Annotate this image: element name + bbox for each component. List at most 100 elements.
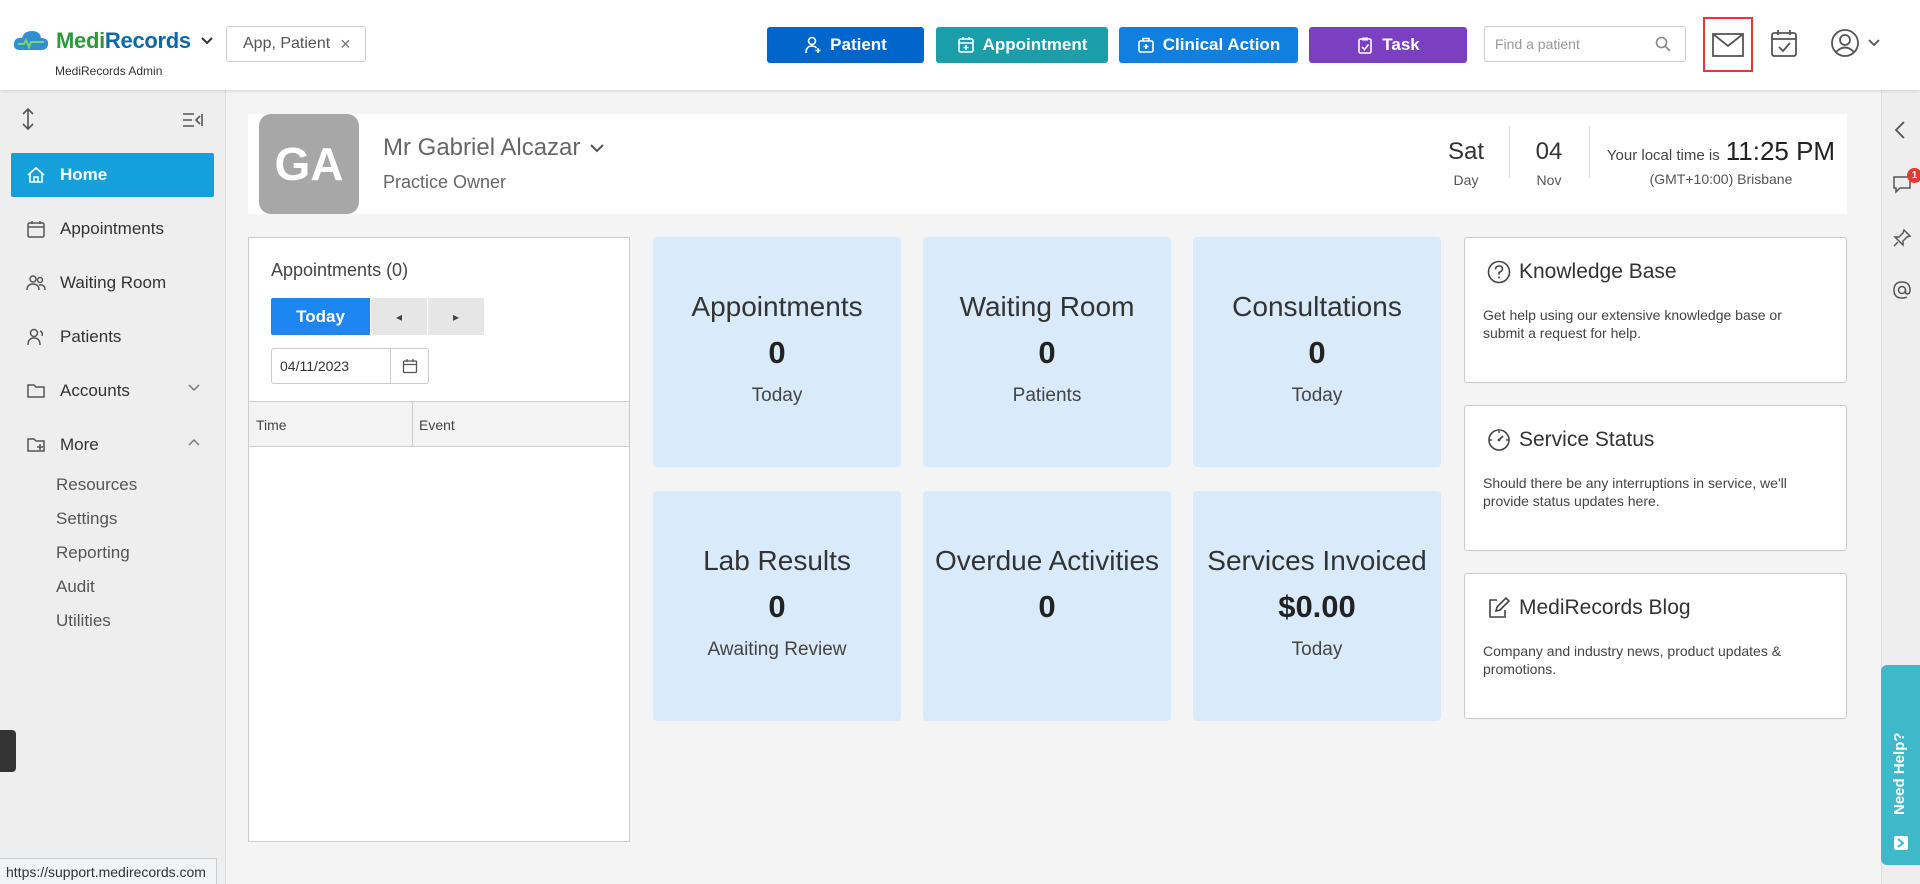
card-value: 0 [768, 589, 786, 624]
sidebar-item-home[interactable]: Home [11, 153, 214, 197]
sidebar-item-label: Accounts [60, 381, 130, 400]
chevron-down-icon[interactable] [590, 143, 605, 153]
pin-icon[interactable] [1892, 228, 1912, 248]
new-task-button[interactable]: Task [1309, 27, 1467, 63]
calendar-icon [402, 359, 417, 374]
sidebar-item-patients[interactable]: Patients [11, 315, 214, 359]
card-subtitle: Awaiting Review [707, 639, 847, 660]
day-value: Sat [1447, 138, 1485, 165]
sidebar: Home Appointments Waiting Room Patients … [0, 90, 226, 884]
sidebar-item-label: Home [60, 165, 108, 184]
chevron-down-icon [188, 384, 200, 392]
gauge-icon [1488, 429, 1510, 451]
logo[interactable]: MediRecords [12, 28, 213, 54]
overdue-activities-card[interactable]: Overdue Activities 0 [923, 491, 1171, 721]
clipboard-check-icon [1358, 37, 1373, 54]
local-time-block: Your local time is 11:25 PM (GMT+10:00) … [1596, 136, 1846, 187]
chevron-left-icon[interactable] [1894, 120, 1906, 140]
folder-plus-icon [27, 438, 45, 452]
next-arrow-icon: ▸ [452, 309, 460, 324]
avatar: GA [259, 114, 359, 214]
consultations-card[interactable]: Consultations 0 Today [1193, 237, 1441, 467]
sidebar-item-label: More [60, 435, 99, 454]
prev-day-button[interactable]: ◂ [371, 298, 427, 335]
sidebar-item-accounts[interactable]: Accounts [11, 369, 214, 413]
help-circle-icon [1487, 260, 1511, 284]
messages-button[interactable] [1703, 17, 1753, 72]
lab-results-card[interactable]: Lab Results 0 Awaiting Review [653, 491, 901, 721]
user-menu-button[interactable] [1830, 28, 1880, 58]
search-filter-chip[interactable]: App, Patient × [226, 26, 366, 62]
edit-note-icon [1489, 596, 1511, 618]
chat-button[interactable]: 1 [1892, 168, 1920, 194]
sidebar-subitem-audit[interactable]: Audit [56, 577, 95, 597]
expand-vertical-icon[interactable] [20, 108, 36, 130]
today-button[interactable]: Today [271, 298, 370, 335]
service-status-panel[interactable]: Service Status Should there be any inter… [1464, 405, 1847, 551]
appointments-card[interactable]: Appointments 0 Today [653, 237, 901, 467]
date-picker-button[interactable] [390, 349, 428, 383]
need-help-button[interactable]: Need Help? [1881, 665, 1920, 865]
cloud-logo-icon [13, 31, 49, 50]
panel-description: Should there be any interruptions in ser… [1483, 475, 1787, 509]
card-value: 0 [1308, 335, 1326, 370]
day-label: Day [1453, 172, 1479, 188]
chip-label: App, Patient [243, 35, 331, 52]
month-value: Nov [1536, 172, 1562, 188]
card-value: 0 [768, 335, 786, 370]
card-subtitle: Today [751, 385, 803, 406]
column-header-time[interactable]: Time [256, 417, 287, 433]
side-drawer-handle[interactable] [0, 730, 16, 772]
appointment-date-field[interactable] [271, 348, 429, 384]
sidebar-subitem-utilities[interactable]: Utilities [56, 611, 111, 631]
services-invoiced-card[interactable]: Services Invoiced $0.00 Today [1193, 491, 1441, 721]
card-subtitle: Today [1291, 639, 1343, 660]
appointments-panel: Appointments (0) Today ◂ ▸ Time Event [248, 237, 630, 842]
card-value: 0 [1038, 589, 1056, 624]
notification-badge: 1 [1907, 168, 1920, 183]
sidebar-subitem-resources[interactable]: Resources [56, 475, 137, 495]
new-appointment-label: Appointment [982, 35, 1088, 54]
waiting-room-card[interactable]: Waiting Room 0 Patients [923, 237, 1171, 467]
sidebar-subitem-settings[interactable]: Settings [56, 509, 117, 529]
user-name[interactable]: Mr Gabriel Alcazar [383, 134, 605, 162]
logo-subtitle: MediRecords Admin [55, 64, 163, 78]
new-task-label: Task [1382, 35, 1420, 54]
appointment-date-input[interactable] [272, 358, 390, 374]
blog-panel[interactable]: MediRecords Blog Company and industry ne… [1464, 573, 1847, 719]
new-patient-button[interactable]: Patient [767, 27, 924, 63]
card-value: $0.00 [1278, 589, 1356, 624]
collapse-sidebar-icon[interactable] [182, 112, 204, 128]
card-title: Services Invoiced [1207, 545, 1427, 576]
panel-title-text: MediRecords Blog [1519, 596, 1691, 619]
panel-description: Get help using our extensive knowledge b… [1483, 307, 1782, 341]
service-status-title: Service Status [1487, 428, 1654, 452]
sidebar-subitem-reporting[interactable]: Reporting [56, 543, 130, 563]
chevron-down-icon[interactable] [201, 37, 213, 45]
date-value: 04 [1535, 138, 1563, 165]
user-name-text: Mr Gabriel Alcazar [383, 134, 581, 161]
profile-header: GA Mr Gabriel Alcazar Practice Owner Sat… [248, 114, 1847, 214]
search-icon[interactable] [1655, 36, 1671, 52]
patient-search[interactable] [1484, 26, 1686, 62]
calendar-button[interactable] [1770, 28, 1798, 58]
patient-search-input[interactable] [1495, 36, 1655, 52]
column-divider [412, 402, 413, 446]
card-title: Lab Results [703, 545, 851, 576]
calendar-check-icon [1771, 30, 1797, 57]
sidebar-item-more[interactable]: More [11, 423, 214, 467]
sidebar-item-appointments[interactable]: Appointments [11, 207, 214, 251]
column-header-event[interactable]: Event [419, 417, 455, 433]
close-icon[interactable]: × [340, 34, 351, 55]
new-appointment-button[interactable]: Appointment [936, 27, 1108, 63]
patients-icon [27, 328, 43, 346]
knowledge-base-panel[interactable]: Knowledge Base Get help using our extens… [1464, 237, 1847, 383]
divider [1509, 126, 1510, 178]
next-day-button[interactable]: ▸ [428, 298, 484, 335]
chevron-up-icon [188, 438, 200, 446]
panel-title-text: Knowledge Base [1519, 260, 1677, 283]
clinical-action-button[interactable]: Clinical Action [1119, 27, 1298, 63]
sidebar-item-waiting-room[interactable]: Waiting Room [11, 261, 214, 305]
mention-icon[interactable] [1892, 280, 1912, 300]
folder-icon [27, 384, 45, 398]
